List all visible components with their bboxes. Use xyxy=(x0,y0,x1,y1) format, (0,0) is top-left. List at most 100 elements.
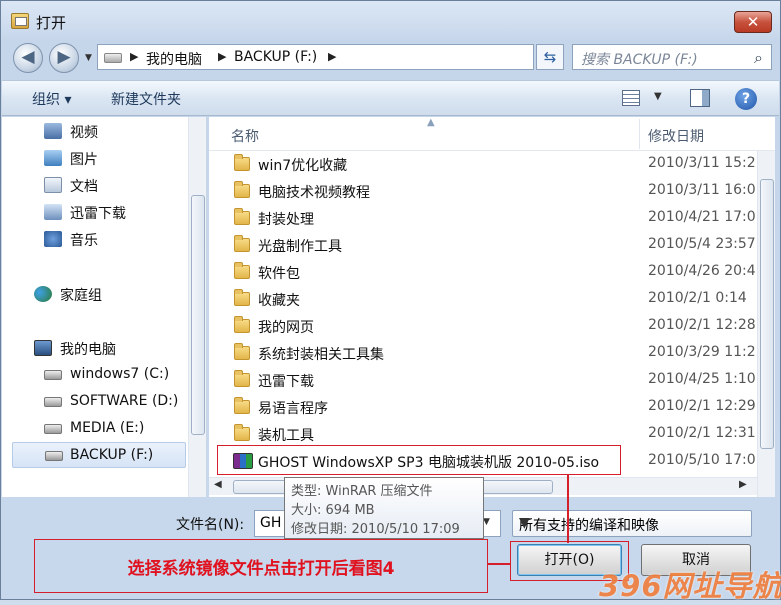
computer-icon xyxy=(34,340,52,356)
column-header-modified[interactable]: 修改日期 xyxy=(648,126,704,146)
drive-icon xyxy=(44,397,62,407)
scroll-right-arrow-icon[interactable]: ▶ xyxy=(739,479,747,490)
folder-icon xyxy=(234,397,250,414)
download-library-icon xyxy=(44,204,62,220)
sidebar-item-video[interactable]: 视频 xyxy=(44,120,174,142)
file-modified: 2010/4/25 1:10 xyxy=(648,371,756,387)
column-header-name[interactable]: 名称 xyxy=(231,126,259,146)
forward-arrow-icon[interactable]: ▶ xyxy=(49,43,79,73)
navigation-pane-scrollbar-thumb[interactable] xyxy=(191,195,205,435)
chevron-down-icon[interactable]: ▼ xyxy=(519,515,530,531)
file-row[interactable]: 封装处理 2010/4/21 17:0 xyxy=(209,205,757,232)
file-name: 光盘制作工具 xyxy=(258,239,342,255)
drive-icon xyxy=(44,370,62,380)
title-bar[interactable]: 打开 ✕ xyxy=(1,1,780,37)
sidebar-item-pictures[interactable]: 图片 xyxy=(44,147,174,169)
file-row[interactable]: 易语言程序 2010/2/1 12:29 xyxy=(209,394,757,421)
scroll-left-arrow-icon[interactable]: ◀ xyxy=(214,479,222,490)
window-title: 打开 xyxy=(36,14,67,32)
help-icon[interactable]: ? xyxy=(735,88,757,110)
folder-icon xyxy=(234,289,250,306)
sidebar-item-my-computer[interactable]: 我的电脑 xyxy=(34,337,174,359)
file-name: 收藏夹 xyxy=(258,293,300,309)
address-bar[interactable]: ▶ 我的电脑 ▶ BACKUP (F:) ▶ xyxy=(97,44,534,70)
sidebar-item-thunder-downloads[interactable]: 迅雷下载 xyxy=(44,201,174,223)
file-modified: 2010/4/26 20:4 xyxy=(648,263,756,279)
breadcrumb-separator-icon[interactable]: ▶ xyxy=(130,50,138,63)
breadcrumb-backup-drive[interactable]: BACKUP (F:) xyxy=(234,49,317,65)
open-dialog-icon xyxy=(11,13,29,29)
selected-file-highlight xyxy=(217,445,621,475)
file-modified: 2010/3/29 11:2 xyxy=(648,344,756,360)
new-folder-button[interactable]: 新建文件夹 xyxy=(111,89,181,109)
folder-icon xyxy=(234,343,250,360)
drive-icon xyxy=(45,451,63,461)
filename-label: 文件名(N): xyxy=(176,517,245,533)
file-row[interactable]: 迅雷下载 2010/4/25 1:10 xyxy=(209,367,757,394)
breadcrumb-separator-icon[interactable]: ▶ xyxy=(218,50,226,63)
folder-icon xyxy=(234,208,250,225)
file-type-select[interactable]: 所有支持的编译和映像 ▼ xyxy=(512,510,752,537)
file-row[interactable]: 我的网页 2010/2/1 12:28 xyxy=(209,313,757,340)
recent-locations-chevron-icon[interactable]: ▼ xyxy=(85,53,95,63)
computer-drive-icon xyxy=(104,53,122,63)
file-row[interactable]: 收藏夹 2010/2/1 0:14 xyxy=(209,286,757,313)
column-header-row: ▲ 名称 修改日期 xyxy=(209,117,775,151)
file-name: 电脑技术视频教程 xyxy=(258,185,370,201)
back-arrow-icon[interactable]: ◀ xyxy=(13,43,43,73)
file-row[interactable]: 系统封装相关工具集 2010/3/29 11:2 xyxy=(209,340,757,367)
sidebar-item-drive-f[interactable]: BACKUP (F:) xyxy=(12,442,186,468)
folder-icon xyxy=(234,154,250,171)
file-modified: 2010/4/21 17:0 xyxy=(648,209,756,225)
column-divider[interactable] xyxy=(639,119,640,149)
file-row[interactable]: win7优化收藏 2010/3/11 15:2 xyxy=(209,151,757,178)
file-name: 装机工具 xyxy=(258,428,314,444)
folder-icon xyxy=(234,181,250,198)
annotation-connector-horizontal xyxy=(488,563,511,565)
sidebar-item-documents[interactable]: 文档 xyxy=(44,174,174,196)
refresh-icon[interactable]: ⇆ xyxy=(536,44,564,70)
file-row[interactable]: 装机工具 2010/2/1 12:31 xyxy=(209,421,757,448)
filename-history-chevron-icon[interactable]: ▼ xyxy=(483,517,490,527)
homegroup-icon xyxy=(34,286,52,302)
site-watermark: 396网址导航 xyxy=(599,569,781,603)
file-modified: 2010/5/4 23:57 xyxy=(648,236,756,252)
navigation-pane-scrollbar[interactable] xyxy=(188,117,206,497)
sidebar-item-homegroup[interactable]: 家庭组 xyxy=(34,283,174,305)
sidebar-item-drive-d[interactable]: SOFTWARE (D:) xyxy=(44,391,184,413)
view-options-icon[interactable] xyxy=(622,90,640,106)
file-list-scrollbar-thumb[interactable] xyxy=(760,179,774,449)
video-library-icon xyxy=(44,123,62,139)
search-input[interactable]: 搜索 BACKUP (F:) ⌕ xyxy=(572,44,772,70)
sidebar-item-drive-e[interactable]: MEDIA (E:) xyxy=(44,418,184,440)
search-icon[interactable]: ⌕ xyxy=(754,48,763,68)
command-toolbar: 组织 ▾ 新建文件夹 ▼ ? xyxy=(2,80,779,116)
file-modified: 2010/3/11 15:2 xyxy=(648,155,756,171)
sidebar-item-music[interactable]: 音乐 xyxy=(44,228,174,250)
folder-icon xyxy=(234,370,250,387)
file-name: 迅雷下载 xyxy=(258,374,314,390)
preview-pane-icon[interactable] xyxy=(690,89,710,107)
file-name: 封装处理 xyxy=(258,212,314,228)
file-row[interactable]: 光盘制作工具 2010/5/4 23:57 xyxy=(209,232,757,259)
file-modified: 2010/2/1 12:29 xyxy=(648,398,756,414)
organize-button[interactable]: 组织 ▾ xyxy=(32,89,71,109)
close-button[interactable]: ✕ xyxy=(734,11,772,33)
navigation-pane: 视频 图片 文档 迅雷下载 音乐 家庭组 我的电脑 windows7 (C:) xyxy=(2,117,207,497)
tooltip-size: 大小: 694 MB xyxy=(291,503,375,518)
file-name: 易语言程序 xyxy=(258,401,328,417)
search-placeholder: 搜索 BACKUP (F:) xyxy=(581,52,698,68)
sidebar-item-drive-c[interactable]: windows7 (C:) xyxy=(44,364,184,386)
folder-icon xyxy=(234,316,250,333)
file-name: win7优化收藏 xyxy=(258,158,348,174)
file-modified: 2010/3/11 16:0 xyxy=(648,182,756,198)
view-options-chevron-icon[interactable]: ▼ xyxy=(654,91,662,102)
file-name: 软件包 xyxy=(258,266,300,282)
file-row[interactable]: 电脑技术视频教程 2010/3/11 16:0 xyxy=(209,178,757,205)
sort-ascending-icon: ▲ xyxy=(427,117,435,128)
annotation-callout: 选择系统镜像文件点击打开后看图4 xyxy=(34,539,488,593)
breadcrumb-separator-icon[interactable]: ▶ xyxy=(328,50,336,63)
file-row[interactable]: 软件包 2010/4/26 20:4 xyxy=(209,259,757,286)
file-list-scrollbar[interactable] xyxy=(757,151,775,497)
breadcrumb-computer[interactable]: 我的电脑 xyxy=(146,49,202,69)
